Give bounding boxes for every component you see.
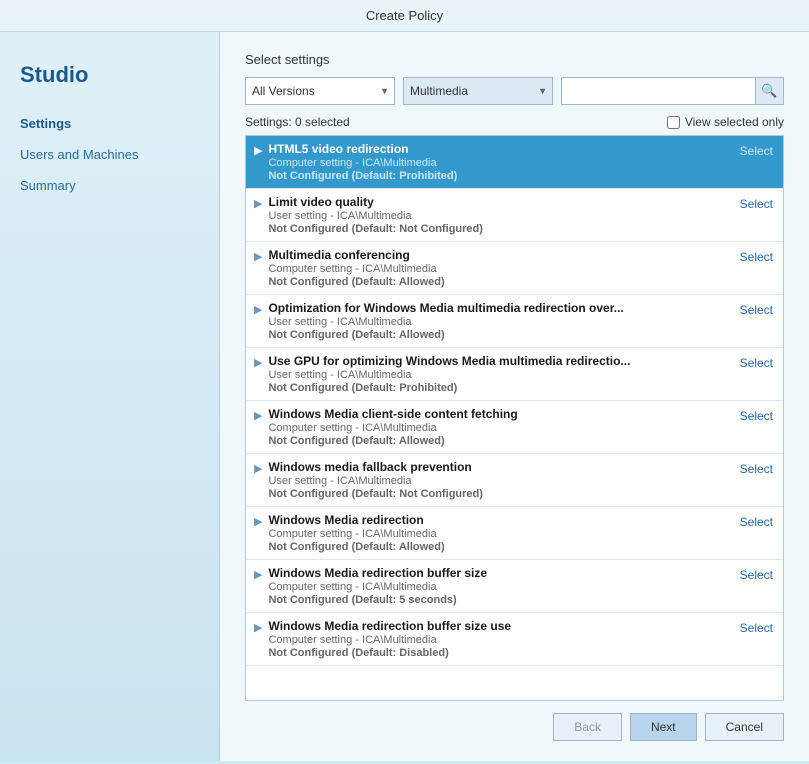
versions-select[interactable]: All Versions (All Versions) XenApp 7.x X…	[245, 77, 395, 105]
select-link-multimedia-conferencing[interactable]: Select	[740, 250, 773, 264]
setting-item-use-gpu-windows-media[interactable]: ▶ Use GPU for optimizing Windows Media m…	[246, 348, 783, 401]
setting-item-html5-video[interactable]: ▶ HTML5 video redirection Computer setti…	[246, 136, 783, 189]
setting-content-windows-media-buffer-size: Windows Media redirection buffer size Co…	[268, 566, 731, 606]
view-selected-checkbox[interactable]	[667, 116, 680, 129]
setting-name-optimization-windows-media: Optimization for Windows Media multimedi…	[268, 301, 731, 315]
section-label: Select settings	[245, 52, 784, 67]
cancel-button[interactable]: Cancel	[705, 713, 784, 741]
search-input[interactable]	[562, 78, 755, 104]
bottom-bar: Back Next Cancel	[245, 701, 784, 746]
setting-status-windows-media-fallback: Not Configured (Default: Not Configured)	[268, 488, 731, 500]
select-link-windows-media-client-fetching[interactable]: Select	[740, 409, 773, 423]
sidebar-nav: Settings Users and Machines Summary	[0, 108, 219, 201]
expand-arrow-windows-media-fallback: ▶	[254, 462, 262, 475]
setting-name-multimedia-conferencing: Multimedia conferencing	[268, 248, 731, 262]
setting-subtitle-limit-video-quality: User setting - ICA\Multimedia	[268, 210, 731, 222]
setting-item-optimization-windows-media[interactable]: ▶ Optimization for Windows Media multime…	[246, 295, 783, 348]
setting-name-html5-video: HTML5 video redirection	[268, 142, 731, 156]
search-wrapper: 🔍	[561, 77, 784, 105]
sidebar-item-settings[interactable]: Settings	[0, 108, 219, 139]
content-area: Select settings All Versions (All Versio…	[220, 32, 809, 761]
setting-subtitle-multimedia-conferencing: Computer setting - ICA\Multimedia	[268, 263, 731, 275]
category-select[interactable]: Multimedia ICA Virtual Desktop User Inte…	[403, 77, 553, 105]
select-link-windows-media-fallback[interactable]: Select	[740, 462, 773, 476]
setting-item-windows-media-fallback[interactable]: ▶ Windows media fallback prevention User…	[246, 454, 783, 507]
setting-subtitle-windows-media-fallback: User setting - ICA\Multimedia	[268, 475, 731, 487]
category-select-wrapper: Multimedia ICA Virtual Desktop User Inte…	[403, 77, 553, 105]
setting-name-windows-media-redirection: Windows Media redirection	[268, 513, 731, 527]
sidebar-item-summary[interactable]: Summary	[0, 170, 219, 201]
filter-row: All Versions (All Versions) XenApp 7.x X…	[245, 77, 784, 105]
setting-item-windows-media-buffer-size-use[interactable]: ▶ Windows Media redirection buffer size …	[246, 613, 783, 666]
versions-select-wrapper: All Versions (All Versions) XenApp 7.x X…	[245, 77, 395, 105]
select-link-limit-video-quality[interactable]: Select	[740, 197, 773, 211]
setting-name-windows-media-buffer-size: Windows Media redirection buffer size	[268, 566, 731, 580]
setting-name-windows-media-fallback: Windows media fallback prevention	[268, 460, 731, 474]
setting-content-windows-media-client-fetching: Windows Media client-side content fetchi…	[268, 407, 731, 447]
title-bar: Create Policy	[0, 0, 809, 32]
expand-arrow-html5-video: ▶	[254, 144, 262, 157]
setting-status-windows-media-buffer-size: Not Configured (Default: 5 seconds)	[268, 594, 731, 606]
expand-arrow-windows-media-client-fetching: ▶	[254, 409, 262, 422]
setting-item-limit-video-quality[interactable]: ▶ Limit video quality User setting - ICA…	[246, 189, 783, 242]
setting-status-windows-media-buffer-size-use: Not Configured (Default: Disabled)	[268, 647, 731, 659]
sidebar-title: Studio	[0, 52, 219, 108]
setting-status-html5-video: Not Configured (Default: Prohibited)	[268, 170, 731, 182]
setting-subtitle-windows-media-client-fetching: Computer setting - ICA\Multimedia	[268, 422, 731, 434]
expand-arrow-optimization-windows-media: ▶	[254, 303, 262, 316]
setting-item-multimedia-conferencing[interactable]: ▶ Multimedia conferencing Computer setti…	[246, 242, 783, 295]
setting-content-optimization-windows-media: Optimization for Windows Media multimedi…	[268, 301, 731, 341]
select-link-use-gpu-windows-media[interactable]: Select	[740, 356, 773, 370]
sidebar-item-users-machines[interactable]: Users and Machines	[0, 139, 219, 170]
setting-name-windows-media-buffer-size-use: Windows Media redirection buffer size us…	[268, 619, 731, 633]
setting-subtitle-optimization-windows-media: User setting - ICA\Multimedia	[268, 316, 731, 328]
setting-content-limit-video-quality: Limit video quality User setting - ICA\M…	[268, 195, 731, 235]
search-button[interactable]: 🔍	[755, 78, 783, 104]
setting-status-multimedia-conferencing: Not Configured (Default: Allowed)	[268, 276, 731, 288]
settings-count: Settings: 0 selected	[245, 115, 350, 129]
setting-content-use-gpu-windows-media: Use GPU for optimizing Windows Media mul…	[268, 354, 731, 394]
select-link-windows-media-buffer-size-use[interactable]: Select	[740, 621, 773, 635]
setting-item-windows-media-buffer-size[interactable]: ▶ Windows Media redirection buffer size …	[246, 560, 783, 613]
status-row: Settings: 0 selected View selected only	[245, 115, 784, 129]
select-link-optimization-windows-media[interactable]: Select	[740, 303, 773, 317]
setting-name-limit-video-quality: Limit video quality	[268, 195, 731, 209]
expand-arrow-windows-media-buffer-size-use: ▶	[254, 621, 262, 634]
setting-subtitle-windows-media-buffer-size: Computer setting - ICA\Multimedia	[268, 581, 731, 593]
setting-name-windows-media-client-fetching: Windows Media client-side content fetchi…	[268, 407, 731, 421]
expand-arrow-use-gpu-windows-media: ▶	[254, 356, 262, 369]
setting-subtitle-use-gpu-windows-media: User setting - ICA\Multimedia	[268, 369, 731, 381]
setting-content-windows-media-fallback: Windows media fallback prevention User s…	[268, 460, 731, 500]
view-selected-row: View selected only	[667, 115, 784, 129]
setting-subtitle-windows-media-buffer-size-use: Computer setting - ICA\Multimedia	[268, 634, 731, 646]
expand-arrow-multimedia-conferencing: ▶	[254, 250, 262, 263]
expand-arrow-limit-video-quality: ▶	[254, 197, 262, 210]
sidebar: Studio Settings Users and Machines Summa…	[0, 32, 220, 761]
setting-subtitle-windows-media-redirection: Computer setting - ICA\Multimedia	[268, 528, 731, 540]
select-link-html5-video[interactable]: Select	[740, 144, 773, 158]
setting-subtitle-html5-video: Computer setting - ICA\Multimedia	[268, 157, 731, 169]
select-link-windows-media-redirection[interactable]: Select	[740, 515, 773, 529]
setting-status-use-gpu-windows-media: Not Configured (Default: Prohibited)	[268, 382, 731, 394]
select-link-windows-media-buffer-size[interactable]: Select	[740, 568, 773, 582]
view-selected-label: View selected only	[685, 115, 784, 129]
setting-status-optimization-windows-media: Not Configured (Default: Allowed)	[268, 329, 731, 341]
setting-status-windows-media-redirection: Not Configured (Default: Allowed)	[268, 541, 731, 553]
setting-content-multimedia-conferencing: Multimedia conferencing Computer setting…	[268, 248, 731, 288]
setting-status-limit-video-quality: Not Configured (Default: Not Configured)	[268, 223, 731, 235]
back-button[interactable]: Back	[553, 713, 622, 741]
setting-name-use-gpu-windows-media: Use GPU for optimizing Windows Media mul…	[268, 354, 731, 368]
setting-content-html5-video: HTML5 video redirection Computer setting…	[268, 142, 731, 182]
setting-item-windows-media-redirection[interactable]: ▶ Windows Media redirection Computer set…	[246, 507, 783, 560]
expand-arrow-windows-media-redirection: ▶	[254, 515, 262, 528]
setting-status-windows-media-client-fetching: Not Configured (Default: Allowed)	[268, 435, 731, 447]
settings-list: ▶ HTML5 video redirection Computer setti…	[245, 135, 784, 701]
next-button[interactable]: Next	[630, 713, 697, 741]
setting-content-windows-media-buffer-size-use: Windows Media redirection buffer size us…	[268, 619, 731, 659]
expand-arrow-windows-media-buffer-size: ▶	[254, 568, 262, 581]
setting-item-windows-media-client-fetching[interactable]: ▶ Windows Media client-side content fetc…	[246, 401, 783, 454]
setting-content-windows-media-redirection: Windows Media redirection Computer setti…	[268, 513, 731, 553]
window-title: Create Policy	[366, 8, 443, 23]
